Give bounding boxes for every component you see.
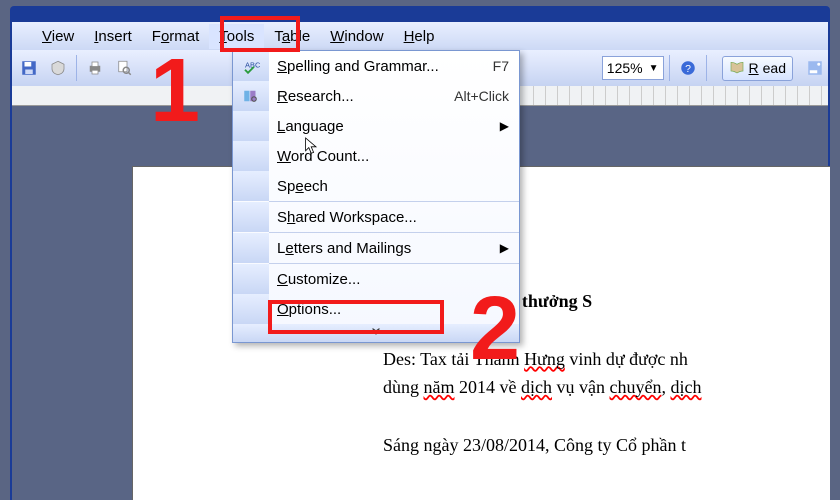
spelling-icon: ABC — [233, 51, 269, 81]
menu-word-count-label: Word Count... — [277, 148, 509, 165]
menu-research-shortcut: Alt+Click — [454, 88, 509, 104]
chevron-down-icon: ▼ — [649, 63, 659, 74]
menu-help[interactable]: Help — [394, 24, 445, 49]
menu-spelling-label: Spelling and Grammar... — [277, 58, 493, 75]
menu-word-count[interactable]: Word Count... — [233, 141, 519, 171]
save-icon[interactable] — [16, 55, 42, 81]
menu-customize[interactable]: Customize... — [233, 264, 519, 294]
menu-language[interactable]: Language ▶ — [233, 111, 519, 141]
menu-research-label: Research... — [277, 88, 454, 105]
menu-speech-label: Speech — [277, 178, 509, 195]
book-icon — [729, 59, 745, 78]
menu-letters-mailings[interactable]: Letters and Mailings ▶ — [233, 233, 519, 263]
doc-line-3: Sáng ngày 23/08/2014, Công ty Cổ phần t — [383, 431, 830, 460]
menu-bar: View Insert Format Tools Table Window He… — [12, 22, 828, 50]
menu-insert[interactable]: Insert — [84, 24, 142, 49]
doc-line-1: Des: Tax tải Thành Hưng vinh dự được nh — [383, 345, 830, 374]
help-icon[interactable]: ? — [675, 55, 701, 81]
print-preview-icon[interactable] — [111, 55, 137, 81]
menu-customize-label: Customize... — [277, 271, 509, 288]
zoom-select[interactable]: 125% ▼ — [602, 56, 664, 80]
reading-layout-button[interactable]: Read — [722, 56, 793, 81]
research-icon — [233, 81, 269, 111]
menu-research[interactable]: Research... Alt+Click — [233, 81, 519, 111]
tools-dropdown: ABC Spelling and Grammar... F7 Research.… — [232, 50, 520, 343]
zoom-value: 125% — [607, 60, 643, 76]
permission-icon[interactable] — [45, 55, 71, 81]
formatting-icon[interactable] — [802, 55, 828, 81]
menu-options-label: Options... — [277, 301, 509, 318]
menu-options[interactable]: Options... — [233, 294, 519, 324]
menu-spelling-shortcut: F7 — [493, 58, 509, 74]
menu-tools[interactable]: Tools — [209, 24, 264, 49]
menu-expand-chevron[interactable] — [233, 324, 519, 342]
menu-language-label: Language — [277, 118, 500, 135]
svg-text:?: ? — [685, 63, 691, 75]
menu-speech[interactable]: Speech — [233, 171, 519, 201]
menu-spelling-grammar[interactable]: ABC Spelling and Grammar... F7 — [233, 51, 519, 81]
read-label-u: R — [749, 60, 759, 76]
menu-shared-workspace[interactable]: Shared Workspace... — [233, 202, 519, 232]
read-label-post: ead — [763, 60, 786, 76]
submenu-arrow-icon: ▶ — [500, 241, 509, 255]
app-frame: View Insert Format Tools Table Window He… — [10, 6, 830, 500]
doc-line-2: dùng năm 2014 về dịch vụ vận chuyển, dịc… — [383, 373, 830, 402]
print-icon[interactable] — [82, 55, 108, 81]
menu-letters-label: Letters and Mailings — [277, 240, 500, 257]
submenu-arrow-icon: ▶ — [500, 119, 509, 133]
menu-shared-label: Shared Workspace... — [277, 209, 509, 226]
menu-format[interactable]: Format — [142, 24, 210, 49]
menu-window[interactable]: Window — [320, 24, 393, 49]
menu-view[interactable]: View — [32, 24, 84, 49]
menu-table[interactable]: Table — [264, 24, 320, 49]
